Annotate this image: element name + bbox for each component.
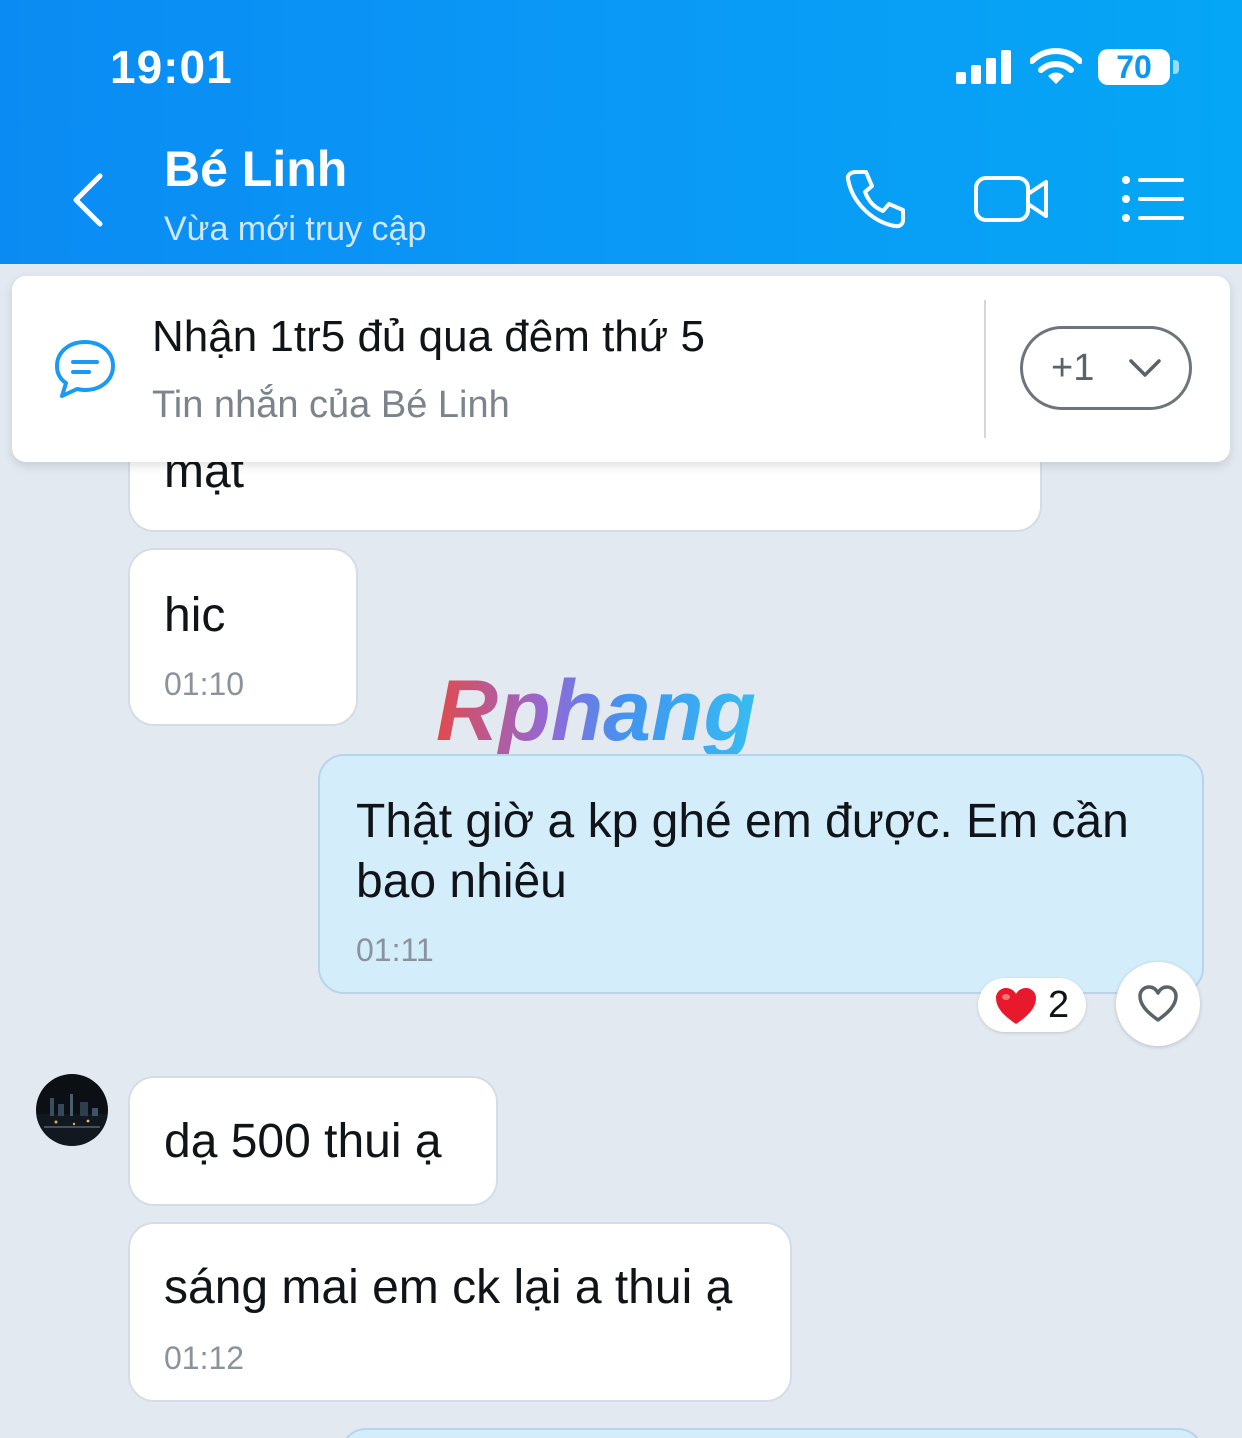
pinned-subtitle: Tin nhắn của Bé Linh — [152, 384, 510, 426]
avatar[interactable] — [36, 1074, 108, 1146]
message-bubble-outgoing[interactable] — [340, 1428, 1204, 1438]
pinned-title: Nhận 1tr5 đủ qua đêm thứ 5 — [152, 312, 705, 361]
avatar-image — [36, 1074, 108, 1146]
back-icon[interactable] — [62, 170, 114, 230]
cellular-signal-icon — [956, 50, 1011, 84]
reaction-summary[interactable]: 2 — [978, 978, 1086, 1032]
chat-header: 19:01 70 Bé Linh Vừa mới truy cập — [0, 0, 1242, 264]
chevron-down-icon — [1129, 359, 1161, 377]
message-text: dạ 500 thui ạ — [164, 1115, 442, 1168]
phone-call-icon[interactable] — [842, 166, 908, 232]
message-time: 01:12 — [164, 1340, 245, 1376]
status-time: 19:01 — [110, 41, 233, 93]
divider — [984, 300, 986, 438]
contact-status: Vừa mới truy cập — [164, 210, 427, 248]
more-pinned-button[interactable]: +1 — [1020, 326, 1192, 410]
reaction-count: 2 — [1048, 984, 1070, 1026]
chat-bubble-icon — [55, 340, 115, 398]
message-bubble-outgoing[interactable]: Thật giờ a kp ghé em được. Em cần bao nh… — [318, 754, 1204, 994]
message-time: 01:11 — [356, 932, 434, 968]
battery-cap — [1173, 60, 1179, 74]
message-bubble[interactable]: sáng mai em ck lại a thui ạ 01:12 — [128, 1222, 792, 1402]
battery-indicator: 70 — [1098, 49, 1170, 85]
more-pinned-count: +1 — [1051, 347, 1095, 389]
message-text: hic — [164, 589, 226, 642]
message-time: 01:10 — [164, 666, 245, 702]
menu-icon[interactable] — [1120, 166, 1186, 232]
video-call-icon[interactable] — [972, 166, 1052, 232]
svg-text:Rphang: Rphang — [436, 668, 756, 759]
message-text: sáng mai em ck lại a thui ạ — [164, 1261, 733, 1314]
contact-name[interactable]: Bé Linh — [164, 140, 347, 198]
react-button[interactable] — [1116, 962, 1200, 1046]
message-bubble[interactable]: dạ 500 thui ạ — [128, 1076, 498, 1206]
message-text-line-2: bao nhiêu — [356, 855, 567, 908]
pinned-message-card[interactable]: Nhận 1tr5 đủ qua đêm thứ 5 Tin nhắn của … — [12, 276, 1230, 462]
message-text-line-1: Thật giờ a kp ghé em được. Em cần — [356, 795, 1129, 848]
watermark-logo: Rphang — [436, 668, 756, 759]
wifi-icon — [1030, 48, 1082, 84]
heart-outline-icon — [1138, 985, 1178, 1022]
message-bubble[interactable]: hic 01:10 — [128, 548, 358, 726]
heart-icon — [996, 988, 1036, 1024]
